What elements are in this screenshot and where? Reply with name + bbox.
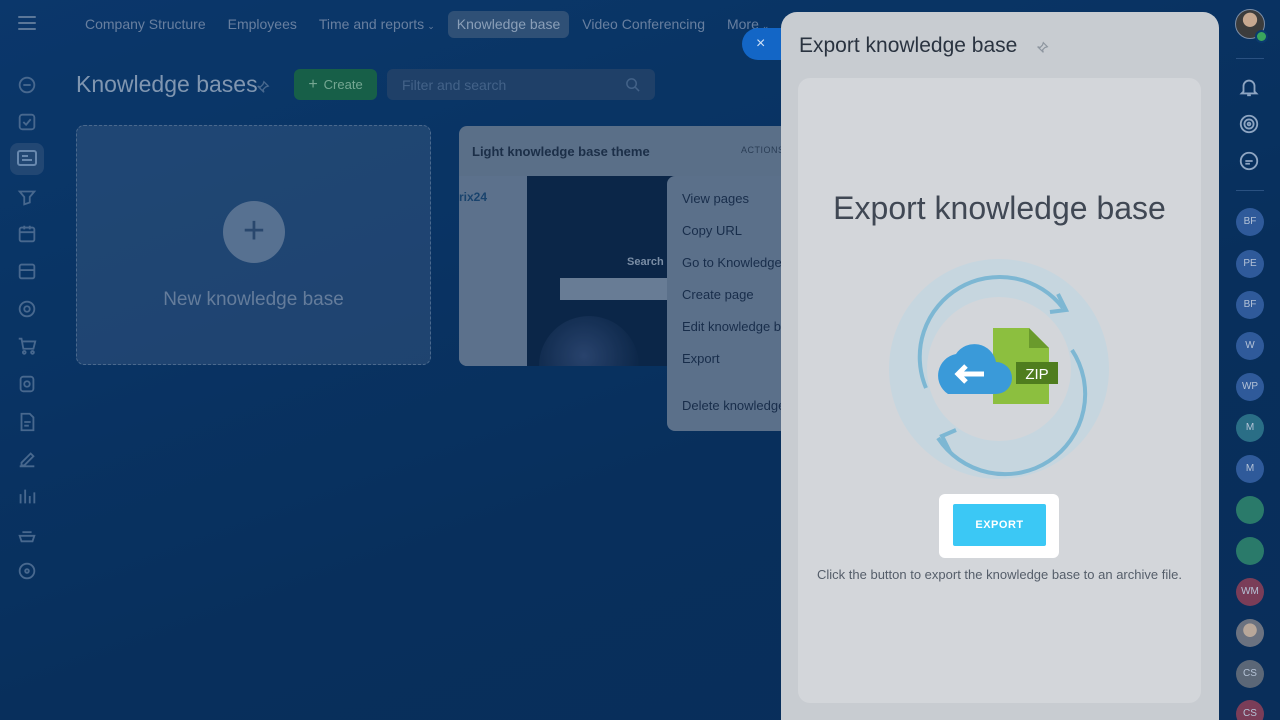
card-title: Light knowledge base theme <box>472 144 650 159</box>
menu-item-create-page[interactable]: Create page <box>682 287 754 302</box>
top-menu: Company Structure Employees Time and rep… <box>76 11 778 38</box>
chat-search-icon[interactable] <box>1238 150 1260 172</box>
sign-icon[interactable] <box>16 448 38 470</box>
contact-avatar[interactable]: PE <box>1236 250 1264 278</box>
contact-avatar[interactable]: WP <box>1236 373 1264 401</box>
menu-item-view-pages[interactable]: View pages <box>682 191 749 206</box>
contact-avatar[interactable]: W <box>1236 332 1264 360</box>
feed-icon[interactable] <box>16 74 38 96</box>
nav-company-structure[interactable]: Company Structure <box>76 11 215 38</box>
export-hint: Click the button to export the knowledge… <box>817 567 1182 582</box>
menu-item-copy-url[interactable]: Copy URL <box>682 223 742 238</box>
divider <box>1236 190 1264 191</box>
settings-icon[interactable] <box>16 560 38 582</box>
export-illustration: ZIP <box>888 258 1110 480</box>
contact-avatar[interactable]: CS <box>1236 700 1264 720</box>
export-panel: Export knowledge base Export knowledge b… <box>781 12 1219 720</box>
page-title: Knowledge bases <box>76 71 258 97</box>
preview-search-label: Search <box>627 256 664 268</box>
panel-content: Export knowledge base ZIP EXPORT Click t… <box>798 78 1201 703</box>
nav-employees[interactable]: Employees <box>219 11 306 38</box>
nav-time-and-reports[interactable]: Time and reports ⌄ <box>310 11 444 38</box>
sites-icon[interactable] <box>10 143 44 175</box>
plus-icon: + <box>223 201 285 263</box>
preview-sidebar <box>459 176 527 366</box>
right-bar: BF PE BF W WP M M WM CS CS <box>1228 0 1280 720</box>
divider <box>1236 58 1264 59</box>
new-knowledge-base-card[interactable]: + New knowledge base <box>76 125 431 365</box>
tasks-icon[interactable] <box>16 111 38 133</box>
new-knowledge-base-label: New knowledge base <box>163 289 344 310</box>
drive-icon[interactable] <box>16 260 38 282</box>
cart-icon[interactable] <box>16 335 38 357</box>
contact-avatar[interactable]: BF <box>1236 291 1264 319</box>
menu-item-delete-knowledge[interactable]: Delete knowledge <box>682 398 785 413</box>
nav-knowledge-base[interactable]: Knowledge base <box>447 11 570 38</box>
calendar-icon[interactable] <box>16 223 38 245</box>
contact-avatar[interactable]: M <box>1236 455 1264 483</box>
analytics-icon[interactable] <box>16 485 38 507</box>
export-heading: Export knowledge base <box>833 190 1166 226</box>
contact-avatar[interactable]: CS <box>1236 660 1264 688</box>
menu-icon[interactable] <box>18 16 36 30</box>
actions-button[interactable]: ACTIONS <box>741 145 785 155</box>
copilot-icon[interactable] <box>1238 113 1260 135</box>
users-group-avatar[interactable] <box>1236 537 1264 565</box>
bell-icon[interactable] <box>1238 76 1260 98</box>
create-button[interactable]: + Create <box>294 69 377 100</box>
documents-icon[interactable] <box>16 411 38 433</box>
contact-avatar[interactable]: BF <box>1236 208 1264 236</box>
panel-title: Export knowledge base <box>799 34 1018 57</box>
pin-icon[interactable] <box>1036 41 1049 54</box>
chat-group-avatar[interactable] <box>1236 496 1264 524</box>
search-input[interactable] <box>387 69 622 100</box>
pin-icon[interactable] <box>256 80 270 94</box>
export-highlight: EXPORT <box>939 494 1059 558</box>
crm-icon[interactable] <box>16 186 38 208</box>
export-button[interactable]: EXPORT <box>953 504 1046 546</box>
automation-icon[interactable] <box>16 373 38 395</box>
contact-avatar[interactable]: WM <box>1236 578 1264 606</box>
logo: rix24 <box>459 190 488 204</box>
marketing-icon[interactable] <box>16 298 38 320</box>
search-icon[interactable] <box>625 77 640 92</box>
search-box <box>387 69 655 100</box>
contact-avatar[interactable] <box>1236 619 1264 647</box>
zip-label: ZIP <box>1025 366 1048 383</box>
chevron-down-icon: ⌄ <box>427 21 435 31</box>
plus-icon: + <box>308 76 318 93</box>
menu-item-edit-knowledge[interactable]: Edit knowledge b <box>682 319 781 334</box>
user-avatar[interactable] <box>1235 9 1268 43</box>
play-icon <box>1255 30 1268 43</box>
market-icon[interactable] <box>16 523 38 545</box>
menu-item-export[interactable]: Export <box>682 351 720 366</box>
close-icon: × <box>756 35 766 52</box>
contact-avatar[interactable]: M <box>1236 414 1264 442</box>
nav-video-conferencing[interactable]: Video Conferencing <box>573 11 714 38</box>
menu-item-go-to-knowledge[interactable]: Go to Knowledge <box>682 255 782 270</box>
